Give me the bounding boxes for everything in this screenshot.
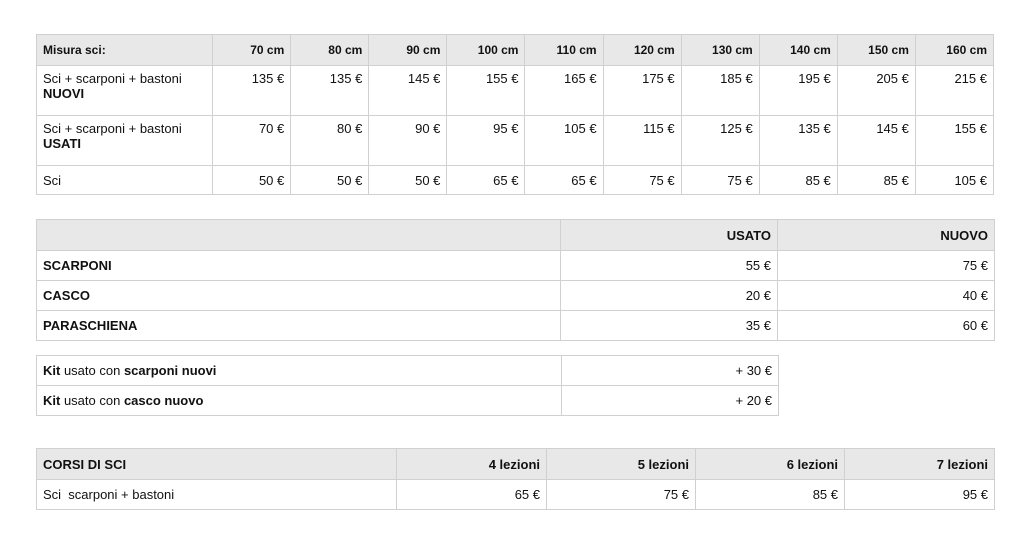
kit-label-text: usato con [60,393,124,408]
price-cell: 90 € [368,115,448,166]
row-label-main: Sci + scarponi + bastoni [43,121,182,136]
kit-label-bold: Kit [43,393,61,408]
price-cell: 50 € [290,165,370,195]
empty-header-cell [36,219,561,251]
kit-label: Kit usato con scarponi nuovi [36,355,562,386]
price-cell: 75 € [602,165,682,195]
kit-price-cell: + 30 € [561,355,779,386]
kit-upgrade-table: Kit usato con scarponi nuovi + 30 € Kit … [36,355,779,416]
ski-size-header-label: Misura sci: [35,34,214,66]
course-price-cell: 65 € [396,479,547,510]
row-label-main: Sci + scarponi + bastoni [43,71,182,86]
price-cell: 145 € [836,115,916,166]
size-header: 130 cm [680,34,760,66]
price-cell: 50 € [212,165,292,195]
size-header: 110 cm [524,34,604,66]
price-cell: 70 € [212,115,292,166]
row-label-bold: USATI [43,136,82,151]
size-header: 90 cm [368,34,448,66]
price-cell: 125 € [680,115,760,166]
table-row: Sci + scarponi + bastoni USATI 70 € 80 €… [35,115,995,166]
ski-size-price-table: Misura sci: 70 cm 80 cm 90 cm 100 cm 110… [35,34,995,195]
kit-label: Kit usato con casco nuovo [36,385,562,416]
table-row: CASCO 20 € 40 € [36,280,995,311]
equipment-label: PARASCHIENA [36,310,561,341]
row-label: Sci [35,165,214,195]
price-cell: 155 € [914,115,995,166]
price-cell: 105 € [524,115,604,166]
size-header: 70 cm [212,34,292,66]
price-cell: 85 € [758,165,838,195]
equipment-label: SCARPONI [36,250,561,281]
price-cell: 185 € [680,65,760,116]
price-cell: 65 € [446,165,526,195]
equipment-label: CASCO [36,280,561,311]
size-header: 80 cm [290,34,370,66]
table-row: SCARPONI 55 € 75 € [36,250,995,281]
price-cell: 135 € [290,65,370,116]
ski-table-header-row: Misura sci: 70 cm 80 cm 90 cm 100 cm 110… [35,34,995,66]
kit-label-bold: Kit [43,363,61,378]
price-cell: 195 € [758,65,838,116]
price-cell: 165 € [524,65,604,116]
kit-label-text: usato con [60,363,124,378]
ski-courses-table: CORSI DI SCI 4 lezioni 5 lezioni 6 lezio… [36,448,995,510]
size-header: 160 cm [914,34,995,66]
courses-title: CORSI DI SCI [36,448,397,480]
table-row: Sci 50 € 50 € 50 € 65 € 65 € 75 € 75 € 8… [35,165,995,195]
course-price-cell: 75 € [546,479,696,510]
price-cell: 155 € [446,65,526,116]
lessons-header: 5 lezioni [546,448,696,480]
table-row: Sci + scarponi + bastoni NUOVI 135 € 135… [35,65,995,116]
price-cell: 175 € [602,65,682,116]
price-cell: 80 € [290,115,370,166]
new-column-header: NUOVO [777,219,995,251]
size-header: 100 cm [446,34,526,66]
row-label-bold: NUOVI [43,86,85,101]
courses-header-row: CORSI DI SCI 4 lezioni 5 lezioni 6 lezio… [36,448,995,480]
new-price-cell: 60 € [777,310,995,341]
new-price-cell: 40 € [777,280,995,311]
price-cell: 95 € [446,115,526,166]
table-row: Sci scarponi + bastoni 65 € 75 € 85 € 95… [36,479,995,510]
price-cell: 145 € [368,65,448,116]
kit-label-bold-item: casco nuovo [123,393,204,408]
table-row: PARASCHIENA 35 € 60 € [36,310,995,341]
price-cell: 75 € [680,165,760,195]
price-cell: 135 € [212,65,292,116]
price-cell: 65 € [524,165,604,195]
lessons-header: 7 lezioni [844,448,995,480]
used-column-header: USATO [560,219,778,251]
price-cell: 50 € [368,165,448,195]
price-cell: 135 € [758,115,838,166]
course-row-label: Sci scarponi + bastoni [36,479,397,510]
price-cell: 205 € [836,65,916,116]
row-label: Sci + scarponi + bastoni NUOVI [35,65,214,116]
price-cell: 215 € [914,65,995,116]
kit-price-cell: + 20 € [561,385,779,416]
used-price-cell: 35 € [560,310,778,341]
course-price-cell: 95 € [844,479,995,510]
equipment-label-text: PARASCHIENA [43,318,138,333]
lessons-header: 4 lezioni [396,448,547,480]
size-header: 140 cm [758,34,838,66]
used-price-cell: 20 € [560,280,778,311]
size-header: 150 cm [836,34,916,66]
price-cell: 115 € [602,115,682,166]
equipment-header-row: USATO NUOVO [36,219,995,251]
price-cell: 85 € [836,165,916,195]
table-row: Kit usato con scarponi nuovi + 30 € [36,355,779,386]
table-row: Kit usato con casco nuovo + 20 € [36,385,779,416]
new-price-cell: 75 € [777,250,995,281]
lessons-header: 6 lezioni [695,448,845,480]
equipment-label-text: SCARPONI [43,258,112,273]
equipment-label-text: CASCO [43,288,90,303]
equipment-price-table: USATO NUOVO SCARPONI 55 € 75 € CASCO 20 … [36,219,995,341]
used-price-cell: 55 € [560,250,778,281]
kit-label-bold-item: scarponi nuovi [123,363,217,378]
price-cell: 105 € [914,165,995,195]
row-label: Sci + scarponi + bastoni USATI [35,115,214,166]
course-price-cell: 85 € [695,479,845,510]
size-header: 120 cm [602,34,682,66]
